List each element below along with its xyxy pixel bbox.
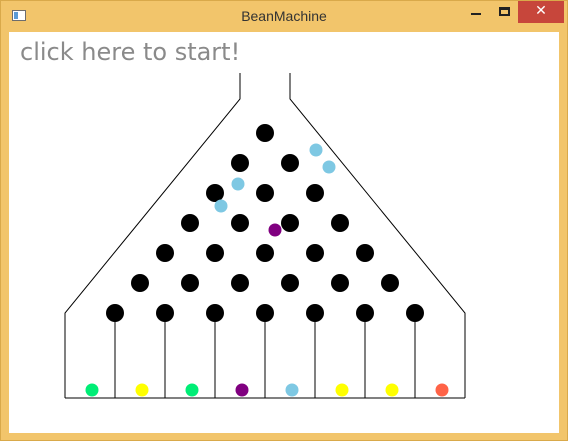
peg xyxy=(306,184,324,202)
peg xyxy=(131,274,149,292)
peg xyxy=(256,184,274,202)
peg xyxy=(331,214,349,232)
falling-ball xyxy=(231,177,245,191)
falling-ball xyxy=(268,223,282,237)
slot-ball xyxy=(235,383,249,397)
peg xyxy=(256,124,274,142)
minimize-button[interactable] xyxy=(461,1,491,23)
peg xyxy=(206,304,224,322)
slot-ball xyxy=(435,383,449,397)
slot-ball xyxy=(335,383,349,397)
peg xyxy=(356,244,374,262)
slot-ball xyxy=(285,383,299,397)
slot-ball xyxy=(185,383,199,397)
peg xyxy=(156,244,174,262)
app-window: BeanMachine ✕ click here to start! xyxy=(0,0,568,441)
peg xyxy=(381,274,399,292)
peg xyxy=(406,304,424,322)
slot-ball xyxy=(85,383,99,397)
start-label[interactable]: click here to start! xyxy=(20,38,240,66)
close-icon: ✕ xyxy=(535,3,547,19)
peg xyxy=(281,274,299,292)
peg xyxy=(181,214,199,232)
falling-ball xyxy=(322,160,336,174)
funnel-right-wall xyxy=(289,73,466,398)
peg xyxy=(256,244,274,262)
peg xyxy=(156,304,174,322)
bean-machine-canvas[interactable]: click here to start! xyxy=(9,32,559,433)
peg xyxy=(356,304,374,322)
peg xyxy=(306,304,324,322)
peg xyxy=(181,274,199,292)
slot-ball xyxy=(385,383,399,397)
peg xyxy=(281,154,299,172)
falling-ball xyxy=(214,199,228,213)
close-button[interactable]: ✕ xyxy=(518,1,564,23)
peg xyxy=(106,304,124,322)
peg xyxy=(331,274,349,292)
falling-ball xyxy=(309,143,323,157)
title-bar[interactable]: BeanMachine ✕ xyxy=(1,1,567,32)
peg xyxy=(231,214,249,232)
peg xyxy=(206,184,224,202)
funnel-left-wall xyxy=(64,73,241,398)
slot-ball xyxy=(135,383,149,397)
peg xyxy=(306,244,324,262)
maximize-icon xyxy=(499,7,510,16)
minimize-icon xyxy=(471,13,481,15)
peg xyxy=(281,214,299,232)
maximize-button[interactable] xyxy=(490,1,518,23)
peg xyxy=(231,154,249,172)
peg xyxy=(231,274,249,292)
bean-machine-board xyxy=(64,73,466,399)
peg xyxy=(206,244,224,262)
peg xyxy=(256,304,274,322)
